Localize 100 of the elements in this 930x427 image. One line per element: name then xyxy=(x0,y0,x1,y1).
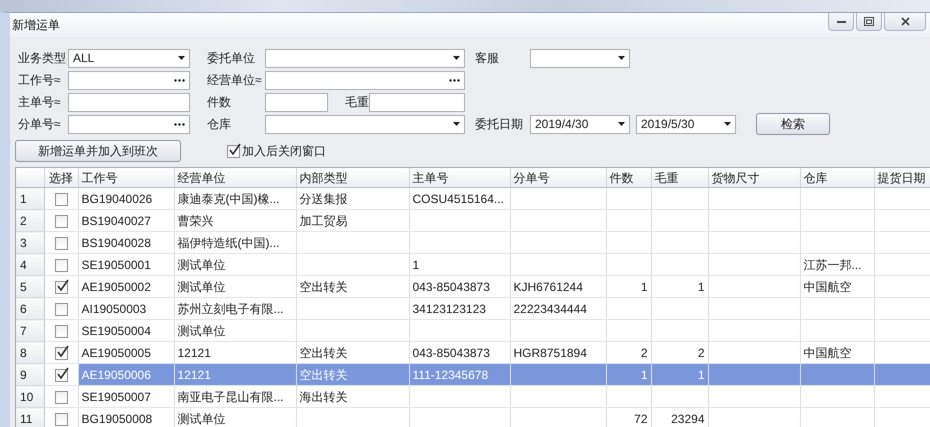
dropdown-field[interactable] xyxy=(265,114,465,134)
table-cell: 中国航空 xyxy=(800,276,874,298)
table-cell: 测试单位 xyxy=(174,254,296,276)
lookup-field[interactable] xyxy=(68,114,190,134)
field-label: 工作号≈ xyxy=(18,73,62,87)
checkbox[interactable] xyxy=(227,144,240,158)
table-cell xyxy=(874,276,930,298)
table-cell: 1 xyxy=(409,254,510,276)
input-field[interactable] xyxy=(68,92,190,112)
field-label: 主单号≈ xyxy=(18,95,62,109)
table-cell xyxy=(651,254,708,276)
minimize-button[interactable] xyxy=(828,13,854,31)
input-field[interactable] xyxy=(265,92,328,112)
checkbox-label: 加入后关闭窗口 xyxy=(242,144,326,158)
caret-icon xyxy=(178,56,185,60)
table-cell xyxy=(651,298,708,320)
table-cell xyxy=(874,364,930,386)
checkbox[interactable] xyxy=(54,280,68,294)
checkbox[interactable] xyxy=(54,302,68,316)
caret-icon xyxy=(724,122,731,126)
table-cell: 043-85043873 xyxy=(409,276,510,298)
table-cell xyxy=(606,320,651,342)
column-header[interactable]: 工作号 xyxy=(78,168,174,188)
table-cell: 34123123123 xyxy=(409,298,510,320)
table-cell: HGR8751894 xyxy=(510,342,606,364)
column-header[interactable]: 货物尺寸 xyxy=(708,168,800,188)
column-header[interactable]: 分单号 xyxy=(510,168,606,188)
row-number: 6 xyxy=(16,298,44,320)
table-cell: 12121 xyxy=(174,364,296,386)
column-header[interactable]: 主单号 xyxy=(409,168,510,188)
column-header[interactable]: 提货日期 xyxy=(874,168,930,188)
header-corner xyxy=(16,168,44,188)
dropdown-field[interactable]: 2019/4/30 xyxy=(530,114,630,134)
table-cell: 福伊特造纸(中国)... xyxy=(174,232,296,254)
checkbox[interactable] xyxy=(54,368,68,382)
table-cell: 12121 xyxy=(174,342,296,364)
column-header[interactable]: 选择 xyxy=(44,168,78,188)
checkbox[interactable] xyxy=(54,214,68,228)
maximize-button[interactable] xyxy=(856,13,882,31)
row-number: 3 xyxy=(16,232,44,254)
table-cell: AE19050002 xyxy=(78,276,174,298)
table-cell: 苏州立刻电子有限... xyxy=(174,298,296,320)
field-label: 经营单位≈ xyxy=(207,73,263,87)
checkbox[interactable] xyxy=(54,412,68,426)
table-cell: BS19040028 xyxy=(78,232,174,254)
table-cell: 南亚电子昆山有限... xyxy=(174,386,296,408)
table-cell xyxy=(874,298,930,320)
field-label: 委托单位 xyxy=(207,51,256,65)
add-waybill-button[interactable]: 新增运单并加入到班次 xyxy=(15,140,181,162)
field-label: 业务类型 xyxy=(18,51,67,65)
row-number: 2 xyxy=(16,210,44,232)
table-cell: 曹荣兴 xyxy=(174,210,296,232)
table-cell xyxy=(874,386,930,408)
table-cell: SE19050004 xyxy=(78,320,174,342)
checkbox[interactable] xyxy=(54,390,68,404)
table-cell xyxy=(651,320,708,342)
minimize-icon xyxy=(836,20,846,24)
input-field[interactable] xyxy=(369,92,465,112)
dropdown-field[interactable] xyxy=(530,48,630,68)
lookup-field[interactable] xyxy=(68,70,190,90)
checkbox[interactable] xyxy=(54,324,68,338)
column-header[interactable]: 仓库 xyxy=(800,168,874,188)
column-header[interactable]: 毛重 xyxy=(651,168,708,188)
table-cell: BG19050008 xyxy=(78,408,174,427)
table-cell xyxy=(651,188,708,210)
table-cell xyxy=(874,408,930,427)
close-button[interactable] xyxy=(884,13,926,31)
table-cell: 分送集报 xyxy=(296,188,409,210)
caret-icon xyxy=(618,56,625,60)
checkbox[interactable] xyxy=(54,346,68,360)
table-cell xyxy=(651,232,708,254)
table-cell: 2 xyxy=(606,342,651,364)
checkbox[interactable] xyxy=(54,236,68,250)
dropdown-field[interactable] xyxy=(265,48,465,68)
window-title: 新增运单 xyxy=(12,16,60,34)
column-header[interactable]: 件数 xyxy=(606,168,651,188)
table-cell xyxy=(651,210,708,232)
table-cell: 海出转关 xyxy=(296,386,409,408)
table-cell: 1 xyxy=(651,364,708,386)
ellipsis-icon xyxy=(174,78,185,82)
field-label: 客服 xyxy=(475,51,500,65)
search-button[interactable]: 检索 xyxy=(756,113,830,135)
restore-icon xyxy=(864,17,874,26)
table-cell xyxy=(874,342,930,364)
checkbox[interactable] xyxy=(54,192,68,206)
row-number: 8 xyxy=(16,342,44,364)
table-cell xyxy=(874,210,930,232)
checkbox[interactable] xyxy=(54,258,68,272)
column-header[interactable]: 经营单位 xyxy=(174,168,296,188)
dropdown-field[interactable]: ALL xyxy=(68,48,190,68)
table-cell: 中国航空 xyxy=(800,342,874,364)
table-cell xyxy=(606,232,651,254)
table-cell: AE19050005 xyxy=(78,342,174,364)
dropdown-field[interactable]: 2019/5/30 xyxy=(636,114,736,134)
column-header[interactable]: 内部类型 xyxy=(296,168,409,188)
lookup-field[interactable] xyxy=(265,70,465,90)
table-cell xyxy=(606,188,651,210)
row-number: 5 xyxy=(16,276,44,298)
table-cell: 1 xyxy=(606,276,651,298)
row-number: 7 xyxy=(16,320,44,342)
